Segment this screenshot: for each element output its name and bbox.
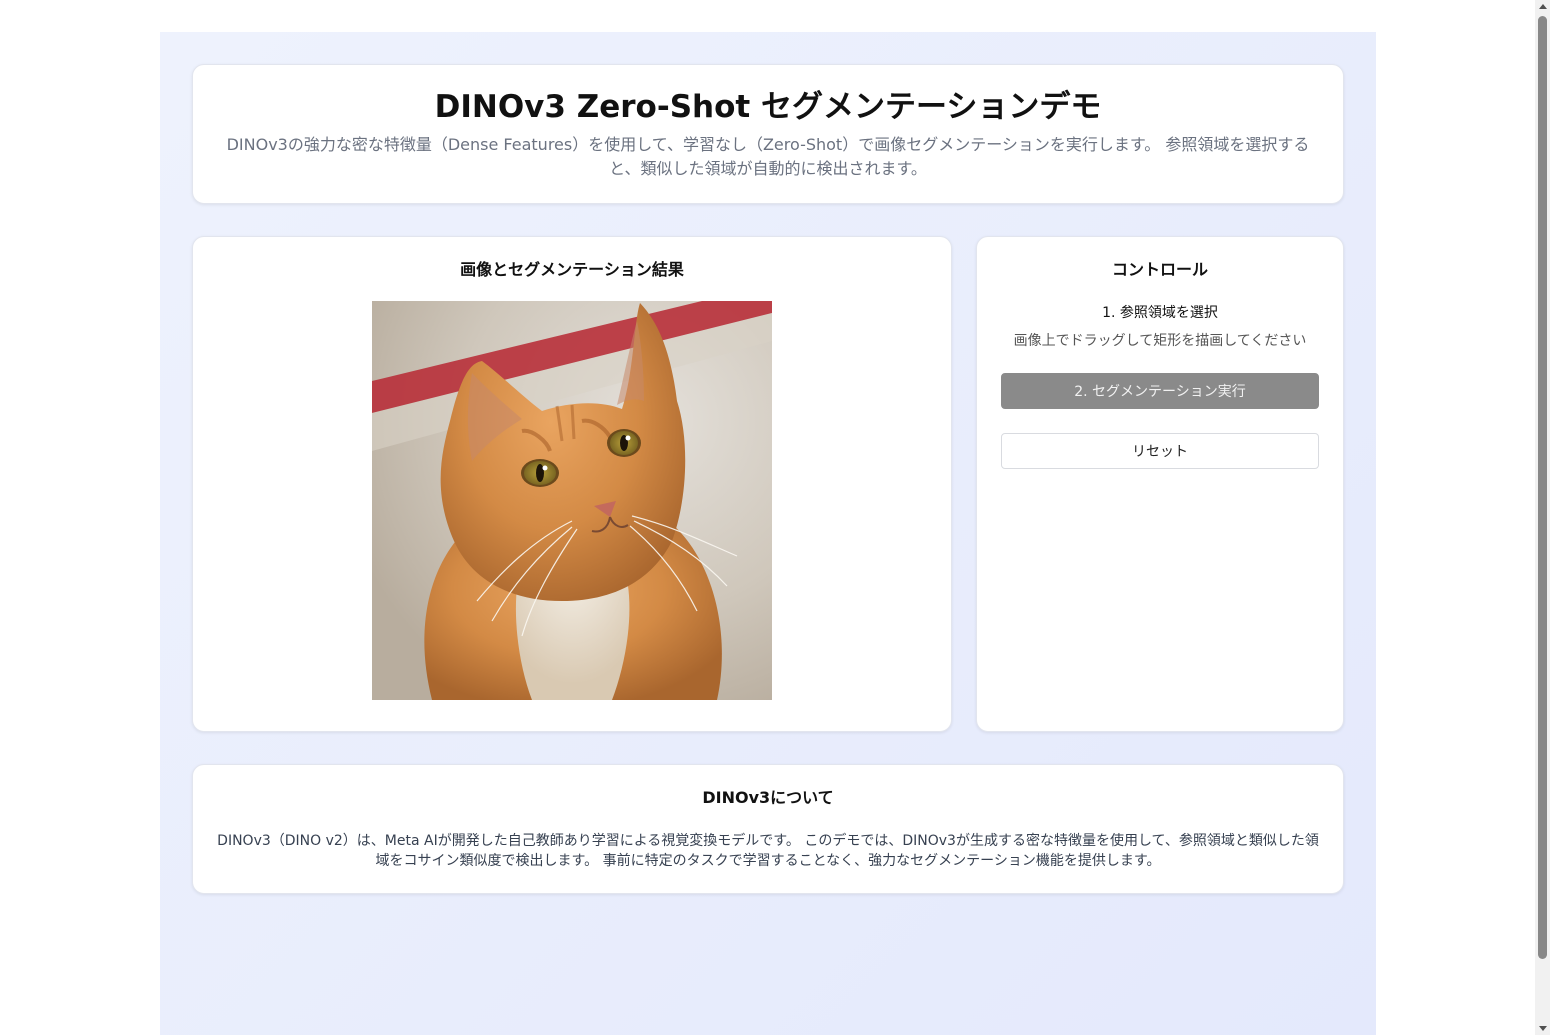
image-panel-title: 画像とセグメンテーション結果 <box>460 260 684 279</box>
step1-hint: 画像上でドラッグして矩形を描画してください <box>1013 333 1307 349</box>
step1-label: 1. 参照領域を選択 <box>1102 305 1218 321</box>
scroll-down-icon[interactable] <box>1539 1026 1547 1031</box>
page-subtitle: DINOv3の強力な密な特徴量（Dense Features）を使用して、学習な… <box>226 135 1310 178</box>
controls-panel: コントロール 1. 参照領域を選択 画像上でドラッグして矩形を描画してください … <box>976 236 1344 732</box>
page-title: DINOv3 Zero-Shot セグメンテーションデモ <box>434 89 1102 125</box>
cat-photo-icon <box>372 301 772 700</box>
vertical-scrollbar[interactable] <box>1535 0 1550 1035</box>
about-card: DINOv3について DINOv3（DINO v2）は、Meta AIが開発した… <box>192 764 1344 894</box>
segmentation-canvas[interactable] <box>372 301 772 700</box>
scroll-up-icon[interactable] <box>1539 4 1547 9</box>
scrollbar-thumb[interactable] <box>1538 16 1547 959</box>
about-text: DINOv3（DINO v2）は、Meta AIが開発した自己教師あり学習による… <box>217 833 1319 869</box>
about-title: DINOv3について <box>702 788 834 807</box>
header-card: DINOv3 Zero-Shot セグメンテーションデモ DINOv3の強力な密… <box>192 64 1344 204</box>
image-panel: 画像とセグメンテーション結果 <box>192 236 952 732</box>
run-segmentation-button[interactable]: 2. セグメンテーション実行 <box>1001 373 1319 409</box>
reset-button[interactable]: リセット <box>1001 433 1319 469</box>
controls-title: コントロール <box>1111 260 1208 279</box>
